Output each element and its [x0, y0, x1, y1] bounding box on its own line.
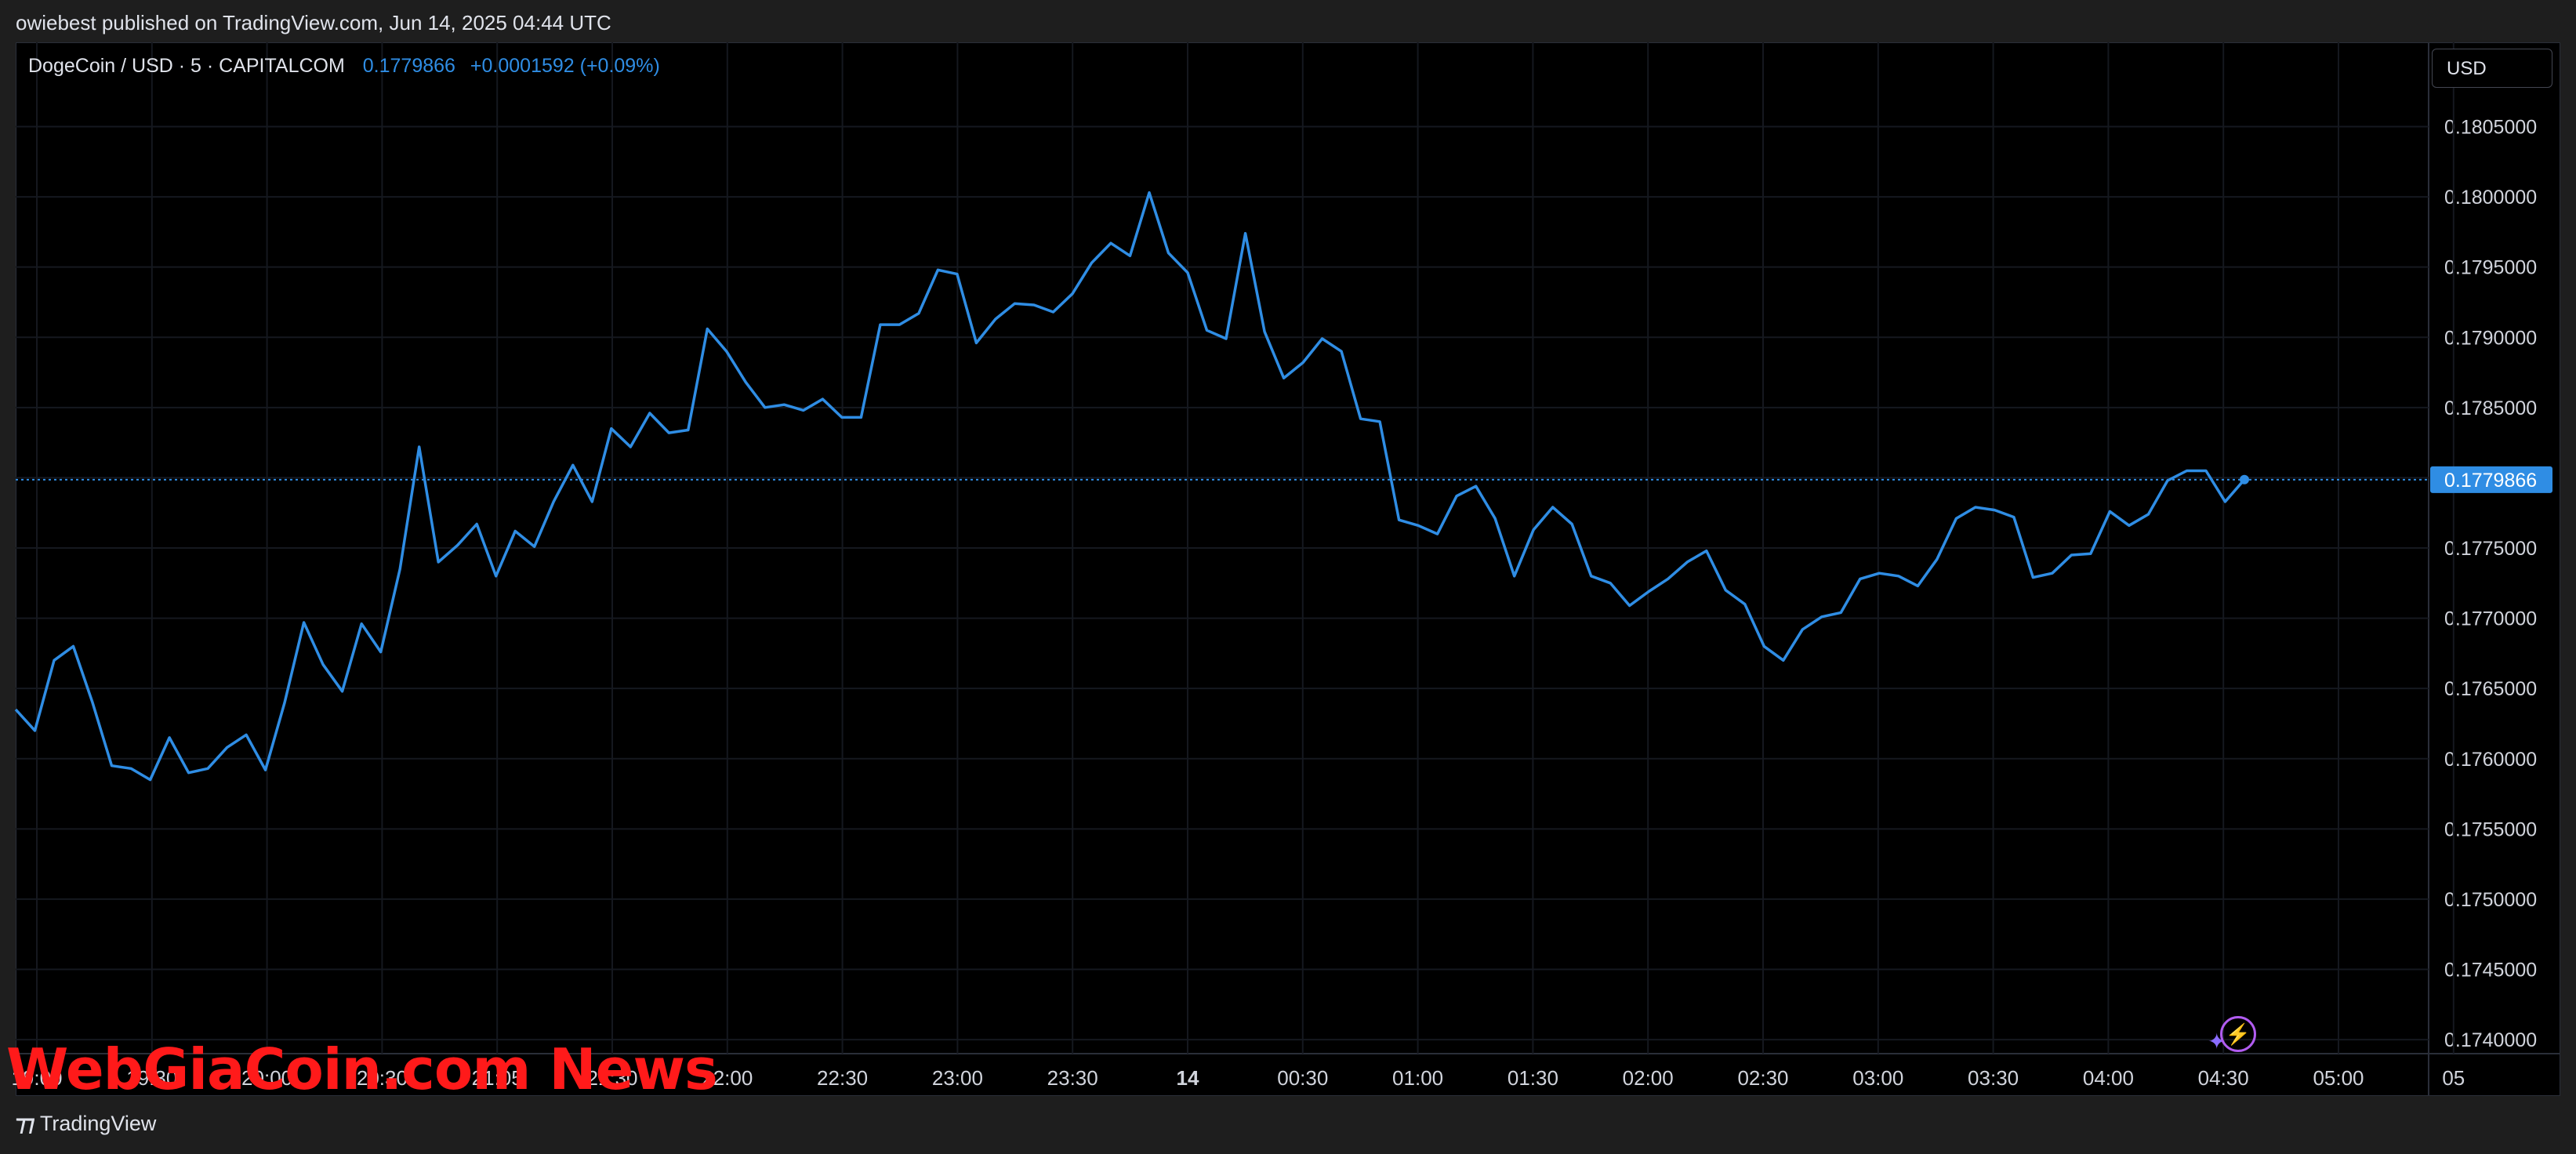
price-chart[interactable]: 0.1805000 0.1800000 0.1795000 0.1790000 0.17…: [0, 0, 2576, 1154]
x-tick-label: 22:30: [817, 1066, 868, 1090]
y-tick-label: 0.1745000: [2444, 960, 2537, 982]
y-tick-label: 0.1755000: [2444, 818, 2537, 840]
y-tick-label: 0.1740000: [2444, 1029, 2537, 1051]
x-tick-label: 14: [1177, 1066, 1199, 1090]
tradingview-logo-text: TradingView: [39, 1112, 157, 1135]
x-tick-label: 04:30: [2198, 1066, 2249, 1090]
x-tick-label: 03:30: [1968, 1066, 2019, 1090]
x-tick-label: 03:00: [1852, 1066, 1903, 1090]
x-tick-label: 02:00: [1623, 1066, 1674, 1090]
y-tick-label: 0.1760000: [2444, 749, 2537, 771]
y-tick-label: 0.1775000: [2444, 538, 2537, 560]
symbol-legend: DogeCoin / USD · 5 · CAPITALCOM 0.177986…: [28, 55, 660, 78]
x-tick-label: 23:00: [932, 1066, 983, 1090]
tradingview-logo-icon: ⁊⁊: [16, 1112, 35, 1135]
x-tick-label: 02:30: [1737, 1066, 1788, 1090]
x-tick-label: 00:30: [1277, 1066, 1328, 1090]
x-tick-label: 05: [2442, 1066, 2465, 1090]
y-tick-label: 0.1790000: [2444, 327, 2537, 349]
last-price-dot: [2240, 474, 2249, 484]
footer-bar: [0, 1096, 2576, 1154]
x-tick-label: 01:00: [1392, 1066, 1443, 1090]
legend-change: +0.0001592 (+0.09%): [470, 55, 660, 77]
y-tick-label: 0.1750000: [2444, 889, 2537, 911]
y-tick-label: 0.1770000: [2444, 608, 2537, 630]
lightning-bolt-icon[interactable]: ⚡: [2220, 1016, 2256, 1052]
x-tick-label: 04:00: [2083, 1066, 2134, 1090]
y-tick-label: 0.1805000: [2444, 117, 2537, 139]
x-tick-label: 23:30: [1047, 1066, 1098, 1090]
y-tick-label: 0.1795000: [2444, 257, 2537, 279]
symbol-name[interactable]: DogeCoin / USD · 5 · CAPITALCOM: [28, 55, 345, 77]
x-tick-label: 05:00: [2313, 1066, 2364, 1090]
y-tick-label: 0.1765000: [2444, 678, 2537, 700]
y-tick-label: 0.1800000: [2444, 187, 2537, 209]
price-line-series[interactable]: [14, 191, 2246, 782]
legend-price: 0.1779866: [362, 55, 455, 77]
currency-button[interactable]: USD: [2432, 49, 2552, 88]
last-price-tag-label: 0.1779866: [2444, 470, 2537, 492]
watermark-text: WebGiaCoin.com News: [6, 1036, 718, 1102]
y-tick-label: 0.1785000: [2444, 397, 2537, 419]
x-tick-label: 01:30: [1508, 1066, 1558, 1090]
tradingview-logo[interactable]: ⁊⁊ TradingView: [16, 1112, 156, 1136]
